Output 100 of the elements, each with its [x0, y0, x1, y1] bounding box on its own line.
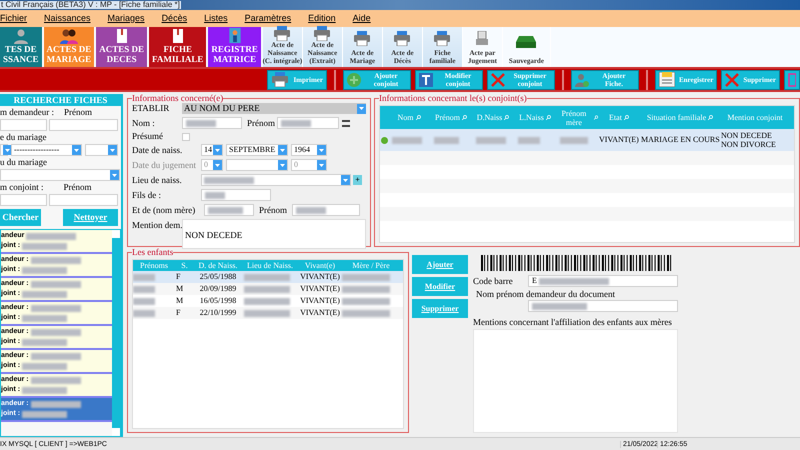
- field-label: ETABLIR: [132, 104, 170, 113]
- field-label: u du mariage: [0, 158, 48, 167]
- menu-item[interactable]: Aide: [352, 14, 371, 23]
- caret-icon: [215, 164, 220, 166]
- dropdown-field[interactable]: [0, 144, 8, 156]
- input-field[interactable]: [204, 204, 254, 216]
- blurred-text: [538, 278, 609, 284]
- blurred-text: [22, 290, 68, 298]
- blurred-text: [518, 136, 540, 144]
- action-button[interactable]: [784, 70, 800, 90]
- dropdown-button[interactable]: [357, 104, 366, 114]
- dropdown-field[interactable]: [85, 144, 118, 156]
- dropdown-button[interactable]: [72, 145, 82, 155]
- dropdown-field[interactable]: -----------------: [11, 144, 82, 156]
- printer-icon: [273, 26, 292, 41]
- input-field[interactable]: [528, 300, 678, 312]
- search-icon: [624, 115, 629, 120]
- book-icon: [116, 28, 128, 44]
- field-label: Prénom: [64, 183, 92, 192]
- add-button[interactable]: +: [353, 175, 362, 185]
- input-field[interactable]: E: [528, 275, 678, 287]
- blurred-text: [434, 136, 459, 144]
- input-field[interactable]: [49, 119, 118, 131]
- dropdown-button[interactable]: [341, 175, 350, 185]
- checkbox[interactable]: [182, 132, 190, 140]
- menu-item[interactable]: Listes: [204, 14, 228, 23]
- dropdown-button[interactable]: [278, 145, 287, 155]
- module-tile[interactable]: ACTES DE DECES: [96, 27, 148, 67]
- blurred-text: [22, 386, 68, 394]
- scrollbar[interactable]: [112, 230, 120, 436]
- blurred-text: [208, 206, 243, 214]
- field-label: Prénom: [259, 206, 287, 214]
- input-field[interactable]: [0, 119, 48, 131]
- caret-icon: [319, 164, 324, 166]
- menu-item[interactable]: Mariages: [108, 14, 145, 23]
- search-icon: [504, 115, 510, 120]
- menu-item[interactable]: Décès: [162, 14, 188, 23]
- dropdown-field[interactable]: AU NOM DU PERE: [182, 103, 366, 114]
- blurred-text: [22, 338, 68, 346]
- table-cell-text: VIVANT(E): [299, 283, 341, 295]
- dropdown-field[interactable]: [0, 169, 120, 181]
- menu-icon[interactable]: [342, 120, 350, 126]
- dropdown-button[interactable]: [108, 145, 117, 155]
- caret-icon: [280, 148, 285, 152]
- dropdown-button[interactable]: [110, 170, 119, 180]
- dropdown-field[interactable]: [226, 159, 288, 171]
- printer-icon: [313, 26, 332, 41]
- input-field[interactable]: [182, 117, 242, 129]
- person-icon: [574, 72, 589, 86]
- blurred-text: [30, 256, 81, 264]
- table-cell: MARIAGE EN COURS: [641, 134, 721, 146]
- mentions-field[interactable]: [473, 329, 678, 433]
- dropdown-button[interactable]: [317, 145, 326, 155]
- input-field[interactable]: [292, 204, 360, 216]
- field-label: m conjoint :: [0, 183, 44, 192]
- caret-icon: [359, 107, 364, 110]
- printer-icon: [475, 30, 490, 46]
- caret-icon: [74, 148, 80, 152]
- table-cell-text: VIVANT(E): [299, 295, 341, 307]
- input-field[interactable]: [277, 117, 339, 129]
- blurred-text: [342, 310, 390, 317]
- caret-icon: [319, 148, 324, 152]
- field-label: Lieu de naiss.: [132, 176, 183, 184]
- table-cell-text: NON DIVORCE: [721, 140, 777, 149]
- menu-item[interactable]: Edition: [308, 14, 336, 23]
- dropdown-button[interactable]: [213, 145, 222, 155]
- table-row[interactable]: F 22/10/1999 VIVANT(E): [133, 307, 403, 319]
- blurred-text: [30, 352, 81, 360]
- printer-icon: [353, 30, 372, 46]
- input-field[interactable]: [201, 189, 271, 201]
- field-label: Code barre: [473, 276, 514, 286]
- blurred-text: [342, 298, 390, 305]
- printer-icon: [393, 30, 412, 46]
- menu-item[interactable]: Naissances: [44, 14, 91, 23]
- dropdown-field[interactable]: 14: [201, 144, 223, 156]
- module-tile[interactable]: REGISTRE MATRICE: [208, 27, 261, 67]
- blurred-text: [296, 206, 326, 214]
- search-icon: [416, 115, 420, 120]
- input-field[interactable]: [0, 194, 48, 206]
- blurred-text: [30, 376, 81, 384]
- menu-item[interactable]: Paramètres: [244, 14, 292, 23]
- dropdown-button[interactable]: [213, 160, 222, 170]
- dropdown-button[interactable]: [278, 160, 287, 170]
- dropdown-button[interactable]: [317, 160, 326, 170]
- table-row[interactable]: M 20/09/1989 VIVANT(E): [133, 283, 403, 295]
- menu-item[interactable]: Fichier: [0, 14, 28, 23]
- text-icon: [418, 72, 433, 86]
- dropdown-field[interactable]: [201, 174, 351, 186]
- blurred-text: [30, 400, 81, 408]
- input-field[interactable]: [49, 194, 118, 206]
- mention-field[interactable]: NON DECEDE: [182, 219, 366, 249]
- module-tile[interactable]: FICHE FAMILIALE: [149, 27, 206, 67]
- drive-icon: [516, 36, 536, 48]
- blurred-text: [560, 136, 588, 144]
- table-row[interactable]: F 25/05/1988 VIVANT(E): [133, 271, 403, 283]
- blurred-text: [244, 298, 290, 305]
- blurred-text: [26, 232, 76, 240]
- dropdown-field[interactable]: 1964: [291, 144, 327, 156]
- dropdown-field[interactable]: SEPTEMBRE: [226, 144, 288, 156]
- module-tile[interactable]: TES DE SSANCE: [0, 27, 42, 67]
